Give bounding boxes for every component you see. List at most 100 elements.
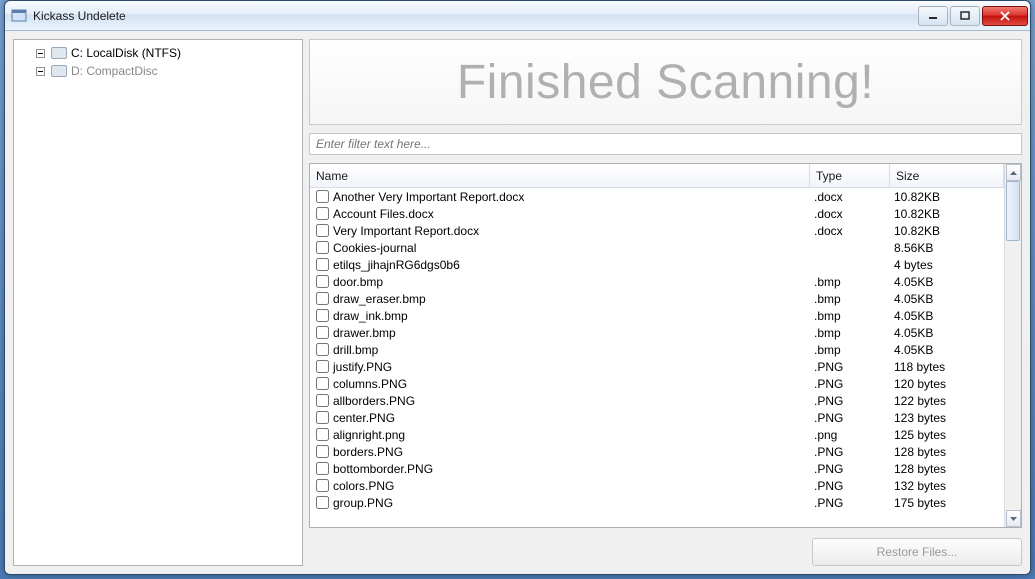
tree-item-label: D: CompactDisc — [71, 64, 158, 78]
row-checkbox[interactable] — [316, 394, 329, 407]
column-type[interactable]: Type — [810, 164, 890, 187]
row-checkbox[interactable] — [316, 258, 329, 271]
table-row[interactable]: bottomborder.PNG.PNG128 bytes — [310, 460, 1004, 477]
table-row[interactable]: center.PNG.PNG123 bytes — [310, 409, 1004, 426]
table-row[interactable]: door.bmp.bmp4.05KB — [310, 273, 1004, 290]
row-checkbox[interactable] — [316, 241, 329, 254]
file-name: drill.bmp — [333, 343, 378, 357]
row-checkbox[interactable] — [316, 445, 329, 458]
maximize-button[interactable] — [950, 6, 980, 26]
file-name: Account Files.docx — [333, 207, 434, 221]
row-checkbox[interactable] — [316, 207, 329, 220]
scroll-up-button[interactable] — [1006, 164, 1021, 181]
file-name: borders.PNG — [333, 445, 403, 459]
file-name: group.PNG — [333, 496, 393, 510]
row-checkbox[interactable] — [316, 309, 329, 322]
file-size: 132 bytes — [890, 479, 975, 493]
table-row[interactable]: borders.PNG .PNG128 bytes — [310, 443, 1004, 460]
file-name: Cookies-journal — [333, 241, 416, 255]
file-size: 118 bytes — [890, 360, 975, 374]
row-checkbox[interactable] — [316, 190, 329, 203]
column-size[interactable]: Size — [890, 164, 1004, 187]
file-list[interactable]: Name Type Size Another Very Important Re… — [309, 163, 1022, 528]
file-type: .png — [810, 428, 890, 442]
row-checkbox[interactable] — [316, 428, 329, 441]
restore-button-label: Restore Files... — [877, 545, 958, 559]
drive-tree[interactable]: C: LocalDisk (NTFS) D: CompactDisc — [13, 39, 303, 566]
file-size: 4.05KB — [890, 326, 975, 340]
file-size: 128 bytes — [890, 462, 975, 476]
status-banner: Finished Scanning! — [309, 39, 1022, 125]
row-checkbox[interactable] — [316, 479, 329, 492]
file-size: 125 bytes — [890, 428, 975, 442]
file-name: Very Important Report.docx — [333, 224, 479, 238]
row-checkbox[interactable] — [316, 292, 329, 305]
tree-item[interactable]: D: CompactDisc — [16, 62, 300, 80]
row-checkbox[interactable] — [316, 326, 329, 339]
table-row[interactable]: columns.PNG.PNG120 bytes — [310, 375, 1004, 392]
table-row[interactable]: Account Files.docx .docx10.82KB — [310, 205, 1004, 222]
row-checkbox[interactable] — [316, 411, 329, 424]
status-banner-text: Finished Scanning! — [457, 55, 874, 110]
row-checkbox[interactable] — [316, 377, 329, 390]
row-checkbox[interactable] — [316, 496, 329, 509]
file-type: .docx — [810, 207, 890, 221]
file-name: colors.PNG — [333, 479, 394, 493]
table-row[interactable]: Cookies-journal8.56KB — [310, 239, 1004, 256]
tree-item[interactable]: C: LocalDisk (NTFS) — [16, 44, 300, 62]
table-row[interactable]: drill.bmp.bmp4.05KB — [310, 341, 1004, 358]
file-size: 128 bytes — [890, 445, 975, 459]
scrollbar[interactable] — [1004, 164, 1021, 527]
table-row[interactable]: group.PNG.PNG175 bytes — [310, 494, 1004, 511]
minimize-button[interactable] — [918, 6, 948, 26]
table-row[interactable]: Very Important Report.docx.docx10.82KB — [310, 222, 1004, 239]
scroll-track[interactable] — [1005, 181, 1021, 510]
file-name: Another Very Important Report.docx — [333, 190, 524, 204]
file-name: door.bmp — [333, 275, 383, 289]
file-type: .bmp — [810, 343, 890, 357]
file-size: 10.82KB — [890, 207, 975, 221]
column-name[interactable]: Name — [310, 164, 810, 187]
table-row[interactable]: etilqs_jihajnRG6dgs0b64 bytes — [310, 256, 1004, 273]
file-type: .bmp — [810, 326, 890, 340]
file-name: etilqs_jihajnRG6dgs0b6 — [333, 258, 460, 272]
table-row[interactable]: drawer.bmp .bmp4.05KB — [310, 324, 1004, 341]
file-name: center.PNG — [333, 411, 395, 425]
row-checkbox[interactable] — [316, 275, 329, 288]
file-name: columns.PNG — [333, 377, 407, 391]
table-row[interactable]: draw_eraser.bmp .bmp4.05KB — [310, 290, 1004, 307]
expand-icon[interactable] — [36, 49, 45, 58]
file-size: 4.05KB — [890, 292, 975, 306]
row-checkbox[interactable] — [316, 462, 329, 475]
file-type: .PNG — [810, 411, 890, 425]
drive-icon — [51, 65, 67, 77]
file-name: drawer.bmp — [333, 326, 396, 340]
scroll-down-button[interactable] — [1006, 510, 1021, 527]
table-row[interactable]: justify.PNG.PNG118 bytes — [310, 358, 1004, 375]
table-row[interactable]: allborders.PNG.PNG122 bytes — [310, 392, 1004, 409]
file-size: 122 bytes — [890, 394, 975, 408]
client-area: C: LocalDisk (NTFS) D: CompactDisc Finish… — [5, 31, 1030, 574]
file-type: .PNG — [810, 377, 890, 391]
file-type: .bmp — [810, 292, 890, 306]
table-row[interactable]: colors.PNG.PNG132 bytes — [310, 477, 1004, 494]
titlebar[interactable]: Kickass Undelete — [5, 1, 1030, 31]
footer: Restore Files... — [309, 536, 1022, 566]
file-name: draw_eraser.bmp — [333, 292, 426, 306]
file-type: .bmp — [810, 309, 890, 323]
table-row[interactable]: alignright.png.png125 bytes — [310, 426, 1004, 443]
filter-input[interactable] — [309, 133, 1022, 155]
expand-icon[interactable] — [36, 67, 45, 76]
restore-button[interactable]: Restore Files... — [812, 538, 1022, 566]
close-button[interactable] — [982, 6, 1028, 26]
table-row[interactable]: Another Very Important Report.docx.docx1… — [310, 188, 1004, 205]
file-name: justify.PNG — [333, 360, 392, 374]
row-checkbox[interactable] — [316, 360, 329, 373]
list-header[interactable]: Name Type Size — [310, 164, 1004, 188]
scroll-thumb[interactable] — [1006, 181, 1020, 241]
file-type: .PNG — [810, 445, 890, 459]
row-checkbox[interactable] — [316, 224, 329, 237]
row-checkbox[interactable] — [316, 343, 329, 356]
table-row[interactable]: draw_ink.bmp.bmp4.05KB — [310, 307, 1004, 324]
main-panel: Finished Scanning! Name Type Size Anothe… — [309, 39, 1022, 566]
